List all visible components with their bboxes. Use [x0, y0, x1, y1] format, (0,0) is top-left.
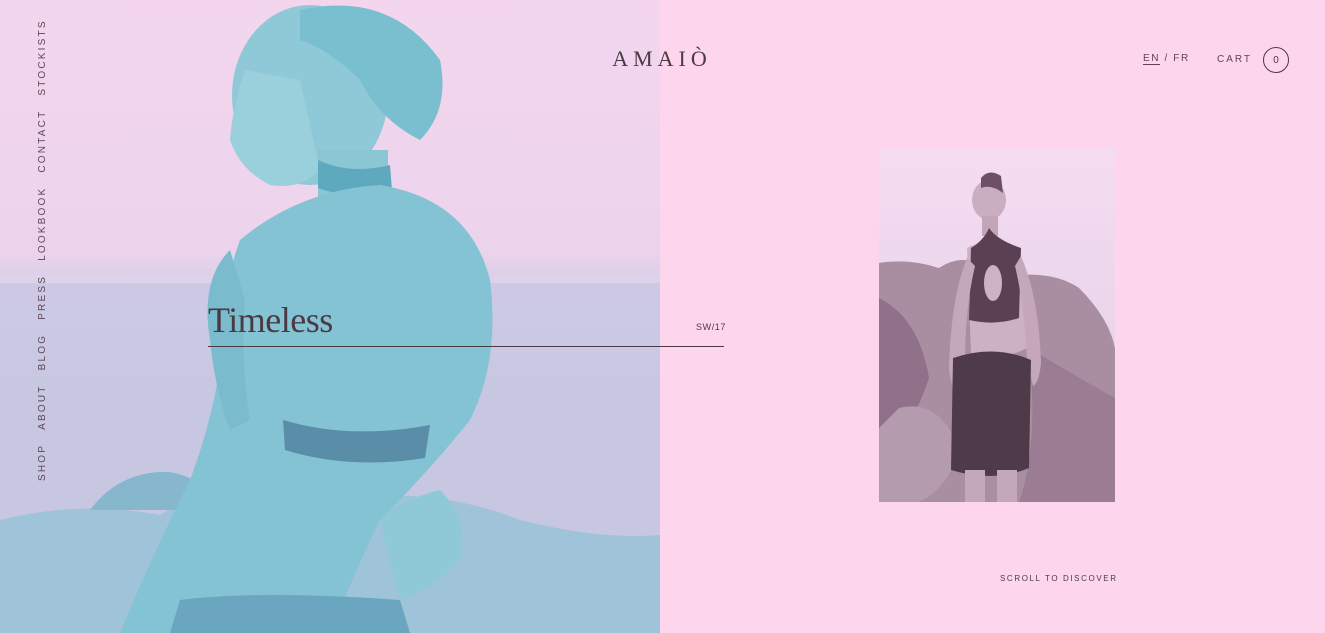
brand-logo[interactable]: AMAIÒ [598, 46, 726, 72]
lookbook-photo-illustration [879, 172, 1115, 502]
nav-item-about[interactable]: ABOUT [37, 384, 48, 429]
nav-item-lookbook[interactable]: LOOKBOOK [37, 187, 48, 261]
lookbook-photo[interactable] [879, 148, 1115, 502]
collection-title: Timeless [208, 300, 333, 340]
lang-separator: / [1164, 53, 1169, 64]
title-divider [208, 346, 724, 347]
lang-en-link[interactable]: EN [1143, 53, 1160, 64]
season-label: SW/17 [696, 322, 727, 332]
nav-item-contact[interactable]: CONTACT [37, 110, 48, 173]
lang-fr-link[interactable]: FR [1173, 53, 1190, 64]
scroll-to-discover[interactable]: SCROLL TO DISCOVER [1000, 574, 1118, 583]
nav-item-stockists[interactable]: STOCKISTS [37, 19, 48, 95]
nav-item-shop[interactable]: SHOP [37, 444, 48, 481]
vertical-nav: SHOP ABOUT BLOG PRESS LOOKBOOK CONTACT S… [37, 19, 48, 481]
language-switcher: EN / FR [1143, 53, 1190, 64]
cart-link[interactable]: CART [1217, 54, 1252, 65]
cart-count-badge[interactable]: 0 [1263, 47, 1289, 73]
nav-item-blog[interactable]: BLOG [37, 334, 48, 371]
nav-item-press[interactable]: PRESS [37, 275, 48, 320]
